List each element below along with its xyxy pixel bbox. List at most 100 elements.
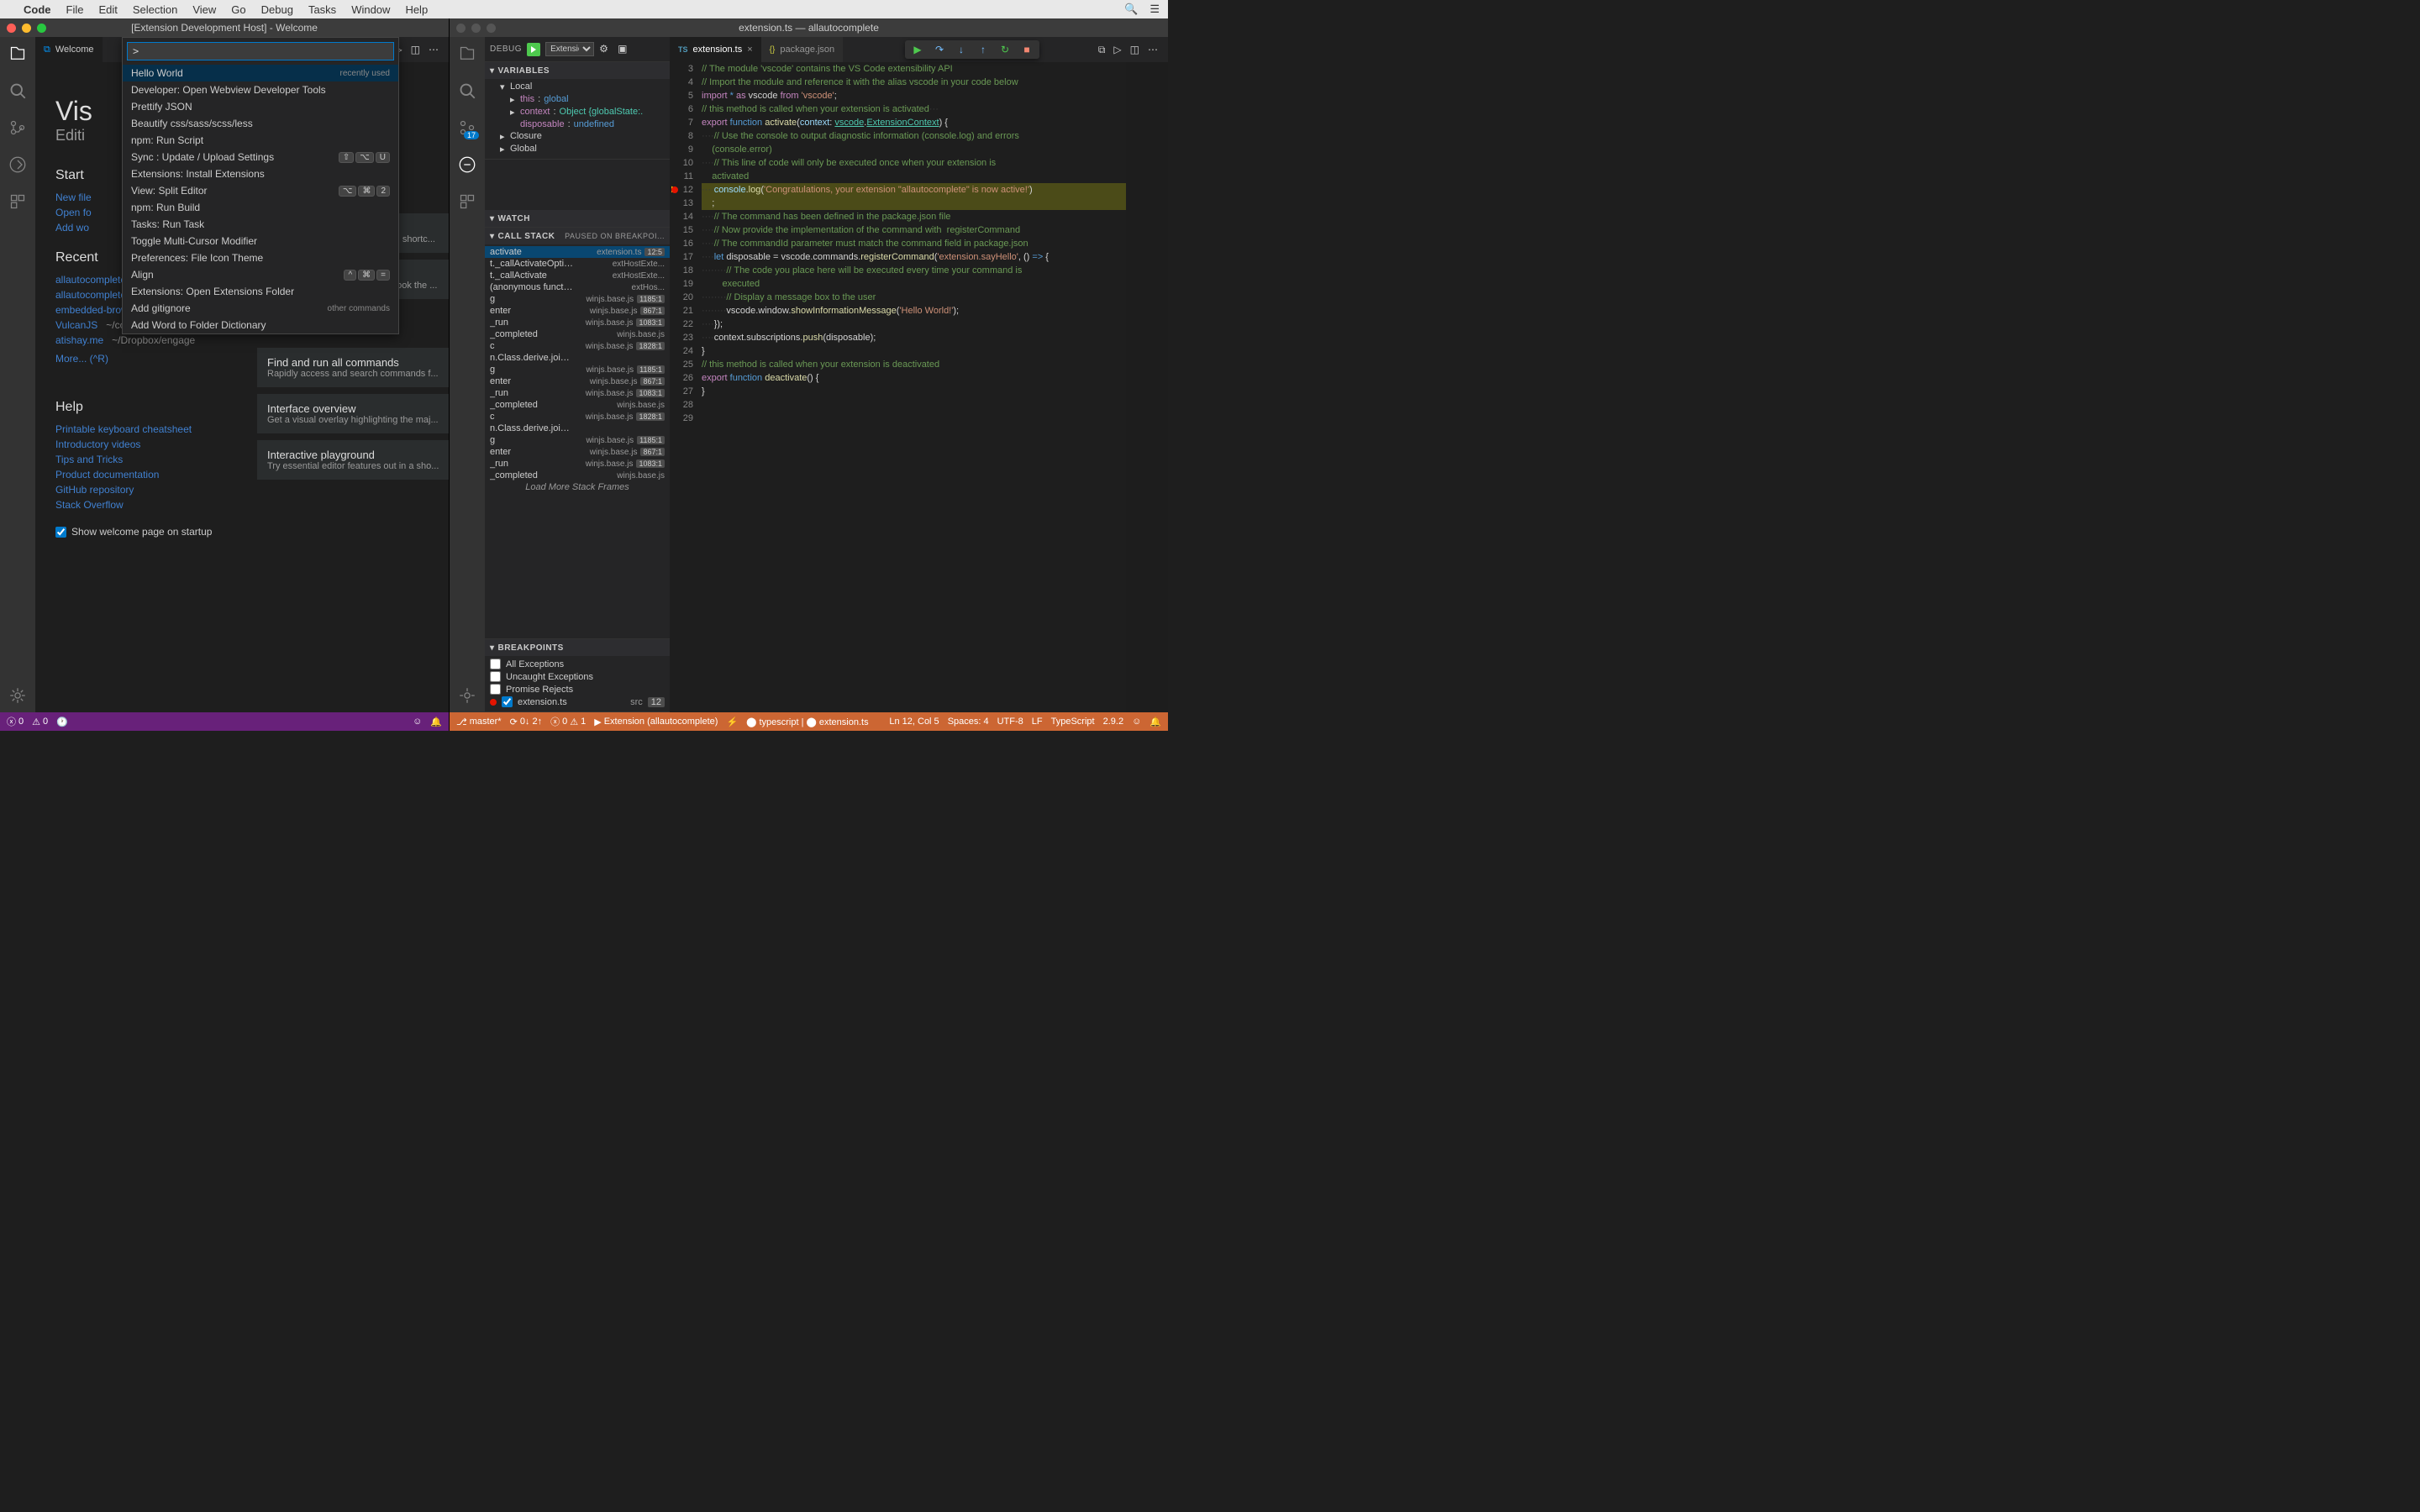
status-ext[interactable]: 2.9.2	[1103, 717, 1123, 727]
menu-window[interactable]: Window	[351, 3, 390, 16]
learn-card[interactable]: Interface overviewGet a visual overlay h…	[257, 394, 449, 433]
palette-item[interactable]: Add Word to Folder Dictionary	[123, 317, 398, 333]
palette-item[interactable]: Beautify css/sass/scss/less	[123, 115, 398, 132]
code-editor[interactable]: 34567891011▶1213141516171819202122232425…	[670, 62, 1168, 712]
debug-icon[interactable]	[457, 155, 477, 175]
split-icon[interactable]: ◫	[411, 44, 420, 55]
step-into-button[interactable]: ↓	[955, 44, 967, 55]
help-link[interactable]: Stack Overflow	[55, 497, 232, 512]
breakpoint-item[interactable]: Promise Rejects	[485, 683, 670, 696]
palette-item[interactable]: Align^⌘=	[123, 266, 398, 283]
help-link[interactable]: Printable keyboard cheatsheet	[55, 422, 232, 437]
learn-card[interactable]: Interactive playgroundTry essential edit…	[257, 440, 449, 480]
menu-tasks[interactable]: Tasks	[308, 3, 336, 16]
show-welcome-checkbox[interactable]: Show welcome page on startup	[55, 526, 232, 538]
var-disposable[interactable]: disposable: undefined	[485, 118, 670, 130]
variables-header[interactable]: ▾VARIABLES	[485, 62, 670, 79]
gear-icon[interactable]: ⚙	[599, 43, 613, 56]
palette-item[interactable]: Extensions: Open Extensions Folder	[123, 283, 398, 300]
breakpoint-item[interactable]: Uncaught Exceptions	[485, 670, 670, 683]
status-bell-icon[interactable]: 🔔	[1150, 717, 1161, 727]
menu-selection[interactable]: Selection	[133, 3, 177, 16]
palette-item[interactable]: Tasks: Run Task	[123, 216, 398, 233]
status-sync[interactable]: ⟳ 0↓ 2↑	[510, 717, 543, 727]
help-link[interactable]: Introductory videos	[55, 437, 232, 452]
extensions-icon[interactable]	[457, 192, 477, 212]
stack-frame[interactable]: gwinjs.base.js1185:1	[485, 364, 670, 375]
status-debug[interactable]: ▶ Extension (allautocomplete)	[594, 717, 718, 727]
search-icon[interactable]	[457, 81, 477, 101]
app-name[interactable]: Code	[24, 3, 51, 16]
status-encoding[interactable]: UTF-8	[997, 717, 1023, 727]
load-more-frames[interactable]: Load More Stack Frames	[485, 481, 670, 493]
minimize-icon[interactable]	[22, 24, 31, 33]
stack-frame[interactable]: enterwinjs.base.js867:1	[485, 375, 670, 387]
status-spaces[interactable]: Spaces: 4	[948, 717, 989, 727]
stack-frame[interactable]: n.Class.derive.join.i.forEach.$	[485, 423, 670, 434]
palette-item[interactable]: Prettify JSON	[123, 98, 398, 115]
stack-frame[interactable]: cwinjs.base.js1828:1	[485, 340, 670, 352]
status-errors[interactable]: ⓧ 0 ⚠ 1	[550, 715, 586, 728]
compare-icon[interactable]: ⧉	[1098, 44, 1106, 56]
help-link[interactable]: GitHub repository	[55, 482, 232, 497]
menu-view[interactable]: View	[192, 3, 216, 16]
scm-icon[interactable]: 17	[457, 118, 477, 138]
help-link[interactable]: Tips and Tricks	[55, 452, 232, 467]
tab-extension-ts[interactable]: TS extension.ts ×	[670, 37, 761, 62]
stack-frame[interactable]: _runwinjs.base.js1083:1	[485, 458, 670, 470]
scope-local[interactable]: ▾Local	[485, 81, 670, 93]
stack-frame[interactable]: activateextension.ts12:5	[485, 246, 670, 258]
learn-card[interactable]: Find and run all commandsRapidly access …	[257, 348, 449, 387]
var-this[interactable]: ▸this: global	[485, 93, 670, 106]
extensions-icon[interactable]	[8, 192, 28, 212]
status-warnings[interactable]: ⚠ 0	[32, 717, 48, 727]
stack-frame[interactable]: t._callActivateextHostExte...	[485, 270, 670, 281]
menu-debug[interactable]: Debug	[261, 3, 293, 16]
palette-item[interactable]: npm: Run Build	[123, 199, 398, 216]
minimize-icon[interactable]	[471, 24, 481, 33]
palette-item[interactable]: Extensions: Install Extensions	[123, 165, 398, 182]
watch-header[interactable]: ▾WATCH	[485, 210, 670, 227]
palette-item[interactable]: Toggle Multi-Cursor Modifier	[123, 233, 398, 249]
breakpoints-header[interactable]: ▾BREAKPOINTS	[485, 639, 670, 656]
tab-welcome[interactable]: ⧉ Welcome	[35, 37, 103, 62]
palette-input[interactable]	[127, 42, 394, 60]
continue-button[interactable]: ▶	[912, 44, 923, 55]
explorer-icon[interactable]	[8, 44, 28, 64]
status-bell-icon[interactable]: 🔔	[430, 717, 442, 727]
palette-item[interactable]: Sync : Update / Upload Settings⇧⌥U	[123, 149, 398, 165]
status-eol[interactable]: LF	[1032, 717, 1043, 727]
status-task[interactable]: ⚡	[726, 717, 738, 727]
status-lang[interactable]: TypeScript	[1051, 717, 1095, 727]
spotlight-icon[interactable]: 🔍	[1124, 3, 1138, 16]
step-over-button[interactable]: ↷	[934, 44, 945, 55]
status-clock-icon[interactable]: 🕐	[56, 717, 68, 727]
more-icon[interactable]: ⋯	[1148, 44, 1158, 56]
stack-frame[interactable]: n.Class.derive.join.i.forEach.$	[485, 352, 670, 364]
traffic-lights[interactable]	[7, 24, 46, 33]
stack-frame[interactable]: gwinjs.base.js1185:1	[485, 293, 670, 305]
stack-frame[interactable]: _completedwinjs.base.js	[485, 399, 670, 411]
stack-frame[interactable]: enterwinjs.base.js867:1	[485, 446, 670, 458]
restart-button[interactable]: ↻	[999, 44, 1011, 55]
step-out-button[interactable]: ↑	[977, 44, 989, 55]
search-icon[interactable]	[8, 81, 28, 101]
stack-frame[interactable]: _runwinjs.base.js1083:1	[485, 317, 670, 328]
more-icon[interactable]: ⋯	[429, 44, 439, 55]
breakpoint-item[interactable]: extension.tssrc12	[485, 696, 670, 708]
palette-item[interactable]: Add gitignoreother commands	[123, 300, 398, 317]
menu-edit[interactable]: Edit	[98, 3, 117, 16]
callstack-header[interactable]: ▾CALL STACKPAUSED ON BREAKPOI...	[485, 228, 670, 244]
stop-button[interactable]: ■	[1021, 44, 1033, 55]
palette-item[interactable]: Preferences: File Icon Theme	[123, 249, 398, 266]
close-icon[interactable]	[7, 24, 16, 33]
scm-icon[interactable]	[8, 118, 28, 138]
var-context[interactable]: ▸context: Object {globalState:.	[485, 106, 670, 118]
stack-frame[interactable]: gwinjs.base.js1185:1	[485, 434, 670, 446]
close-icon[interactable]: ×	[747, 45, 752, 55]
explorer-icon[interactable]	[457, 44, 477, 64]
palette-item[interactable]: View: Split Editor⌥⌘2	[123, 182, 398, 199]
scope-closure[interactable]: ▸Closure	[485, 130, 670, 143]
scope-global[interactable]: ▸Global	[485, 143, 670, 155]
stack-frame[interactable]: cwinjs.base.js1828:1	[485, 411, 670, 423]
